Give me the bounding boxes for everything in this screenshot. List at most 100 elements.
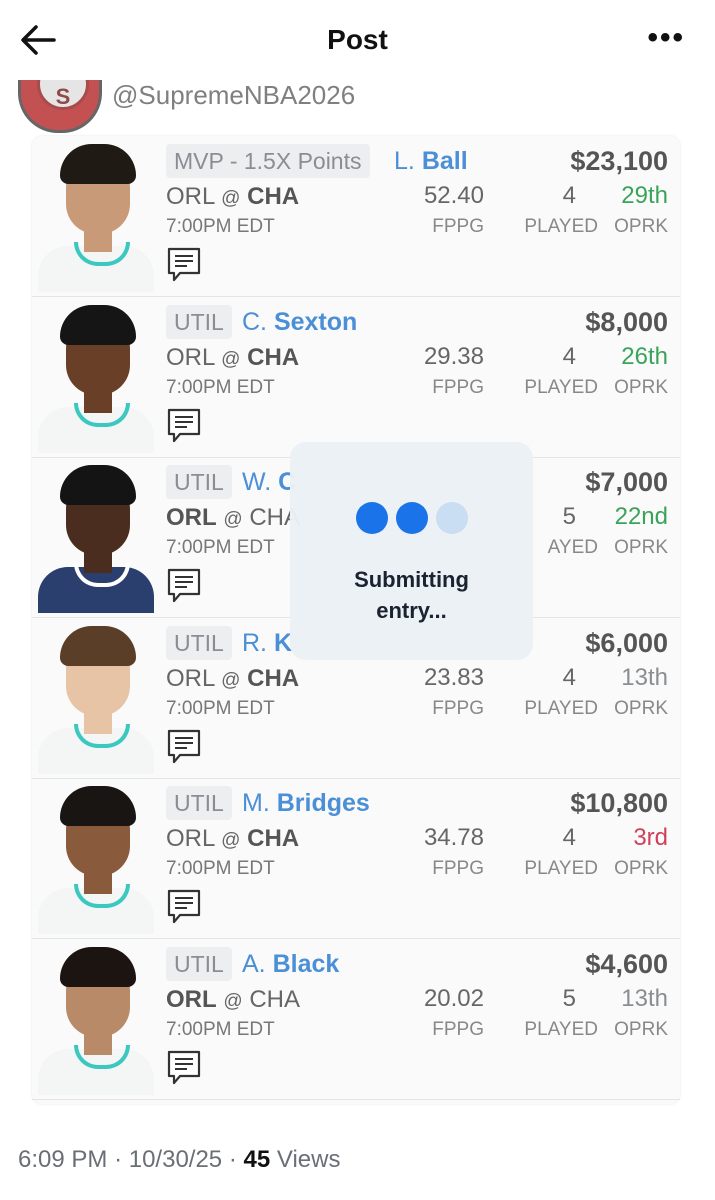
- team-away: ORL: [166, 343, 215, 371]
- player-last-name: Sexton: [273, 307, 358, 336]
- salary: $8,000: [585, 306, 668, 337]
- salary: $10,800: [570, 788, 668, 818]
- loading-dots: [356, 502, 476, 534]
- oprk-label: OPRK: [614, 216, 668, 237]
- post-handle[interactable]: @SupremeNBA2026: [112, 80, 355, 111]
- notes-icon[interactable]: [166, 888, 202, 926]
- player-photo[interactable]: [36, 142, 156, 292]
- played-label: PLAYED: [524, 697, 598, 719]
- player-initial: L.: [394, 147, 415, 175]
- salary: $6,000: [585, 627, 668, 658]
- played-label: AYED: [547, 537, 598, 558]
- at-symbol: @: [221, 188, 241, 209]
- player-photo[interactable]: [36, 945, 156, 1095]
- fppg-value: 52.40: [423, 182, 484, 209]
- oprk-value: 22nd: [614, 503, 668, 530]
- oprk-value: 3rd: [633, 824, 668, 851]
- team-away: ORL: [166, 825, 215, 852]
- position-badge: UTIL: [166, 625, 232, 660]
- top-bar: Post •••: [0, 0, 715, 80]
- avatar[interactable]: S: [18, 78, 102, 133]
- notes-icon[interactable]: [166, 567, 202, 605]
- team-home: CHA: [247, 664, 300, 692]
- played-label: PLAYED: [524, 216, 598, 237]
- post-time: 6:09 PM: [18, 1146, 108, 1173]
- player-initial: M.: [242, 789, 270, 817]
- player-hair: [60, 946, 136, 987]
- notes-icon[interactable]: [166, 728, 202, 766]
- at-symbol: @: [223, 509, 243, 530]
- game-time: 7:00PM EDT: [166, 1018, 275, 1040]
- position-badge: UTIL: [166, 786, 232, 820]
- player-initial: W.: [242, 468, 272, 496]
- position-badge: MVP - 1.5X Points: [166, 144, 370, 178]
- post-date: 10/30/25: [128, 1146, 223, 1173]
- more-horizontal-icon: •••: [647, 21, 685, 54]
- player-initial: C.: [242, 307, 267, 336]
- player-name[interactable]: W. C: [242, 465, 296, 499]
- matchup: ORL @ CHA: [166, 985, 300, 1017]
- separator: ·: [228, 1146, 237, 1173]
- salary: $7,000: [585, 467, 668, 497]
- matchup: ORL @ CHA: [166, 503, 300, 535]
- loading-dot-3: [436, 502, 468, 534]
- salary: $4,600: [585, 948, 668, 979]
- player-hair: [60, 465, 136, 505]
- oprk-value: 29th: [621, 182, 668, 209]
- notes-icon[interactable]: [166, 407, 202, 445]
- team-away: ORL: [166, 504, 217, 531]
- player-photo[interactable]: [36, 463, 156, 613]
- submitting-line-1: Submitting: [354, 567, 469, 592]
- fppg-label: FPPG: [432, 697, 484, 719]
- player-last-name: Ball: [421, 147, 468, 175]
- player-name[interactable]: C. Sexton: [242, 305, 357, 339]
- fppg-label: FPPG: [432, 216, 484, 237]
- more-button[interactable]: •••: [647, 23, 685, 53]
- fppg-label: FPPG: [432, 376, 484, 398]
- player-name[interactable]: M. Bridges: [242, 786, 370, 820]
- player-photo[interactable]: [36, 303, 156, 453]
- submitting-line-2: entry...: [376, 598, 447, 623]
- oprk-label: OPRK: [614, 537, 668, 558]
- oprk-label: OPRK: [614, 858, 668, 879]
- player-initial: R.: [242, 628, 267, 657]
- team-away: ORL: [166, 985, 217, 1013]
- oprk-value: 13th: [621, 984, 668, 1012]
- at-symbol: @: [221, 669, 241, 691]
- loading-dot-1: [356, 502, 388, 534]
- team-home: CHA: [247, 343, 300, 371]
- player-hair: [60, 786, 136, 826]
- lineup-row[interactable]: UTIL M. Bridges $10,800 ORL @ CHA 7:00PM…: [32, 778, 680, 939]
- submitting-overlay: Submitting entry...: [290, 442, 533, 660]
- player-last-name: Bridges: [276, 789, 370, 817]
- notes-icon[interactable]: [166, 246, 202, 284]
- avatar-letter: S: [37, 78, 89, 110]
- loading-dot-2: [396, 502, 428, 534]
- post-meta: 6:09 PM · 10/30/25 · 45 Views: [18, 1146, 340, 1174]
- player-hair: [60, 144, 136, 184]
- fppg-value: 23.83: [423, 663, 484, 691]
- views-label: Views: [276, 1146, 341, 1173]
- player-name[interactable]: L. Ball: [394, 144, 468, 178]
- lineup-row[interactable]: UTIL A. Black $4,600 ORL @ CHA 7:00PM ED…: [32, 939, 680, 1100]
- played-value: 5: [562, 503, 576, 530]
- matchup: ORL @ CHA: [166, 824, 299, 856]
- game-time: 7:00PM EDT: [166, 858, 275, 879]
- position-badge: UTIL: [166, 946, 232, 981]
- played-value: 4: [562, 663, 576, 691]
- page-title: Post: [327, 24, 388, 55]
- oprk-label: OPRK: [614, 376, 668, 398]
- player-photo[interactable]: [36, 784, 156, 934]
- lineup-row[interactable]: UTIL C. Sexton $8,000 ORL @ CHA 7:00PM E…: [32, 297, 680, 458]
- player-name[interactable]: R. K: [242, 626, 292, 660]
- player-last-name: Black: [272, 949, 340, 978]
- player-name[interactable]: A. Black: [242, 947, 339, 981]
- fppg-label: FPPG: [432, 858, 484, 879]
- team-home: CHA: [247, 183, 300, 210]
- views-count[interactable]: 45: [244, 1146, 271, 1173]
- notes-icon[interactable]: [166, 1049, 202, 1087]
- fppg-value: 29.38: [423, 342, 484, 370]
- lineup-row[interactable]: MVP - 1.5X Points L. Ball $23,100 ORL @ …: [32, 136, 680, 297]
- player-photo[interactable]: [36, 624, 156, 774]
- player-initial: A.: [242, 949, 266, 978]
